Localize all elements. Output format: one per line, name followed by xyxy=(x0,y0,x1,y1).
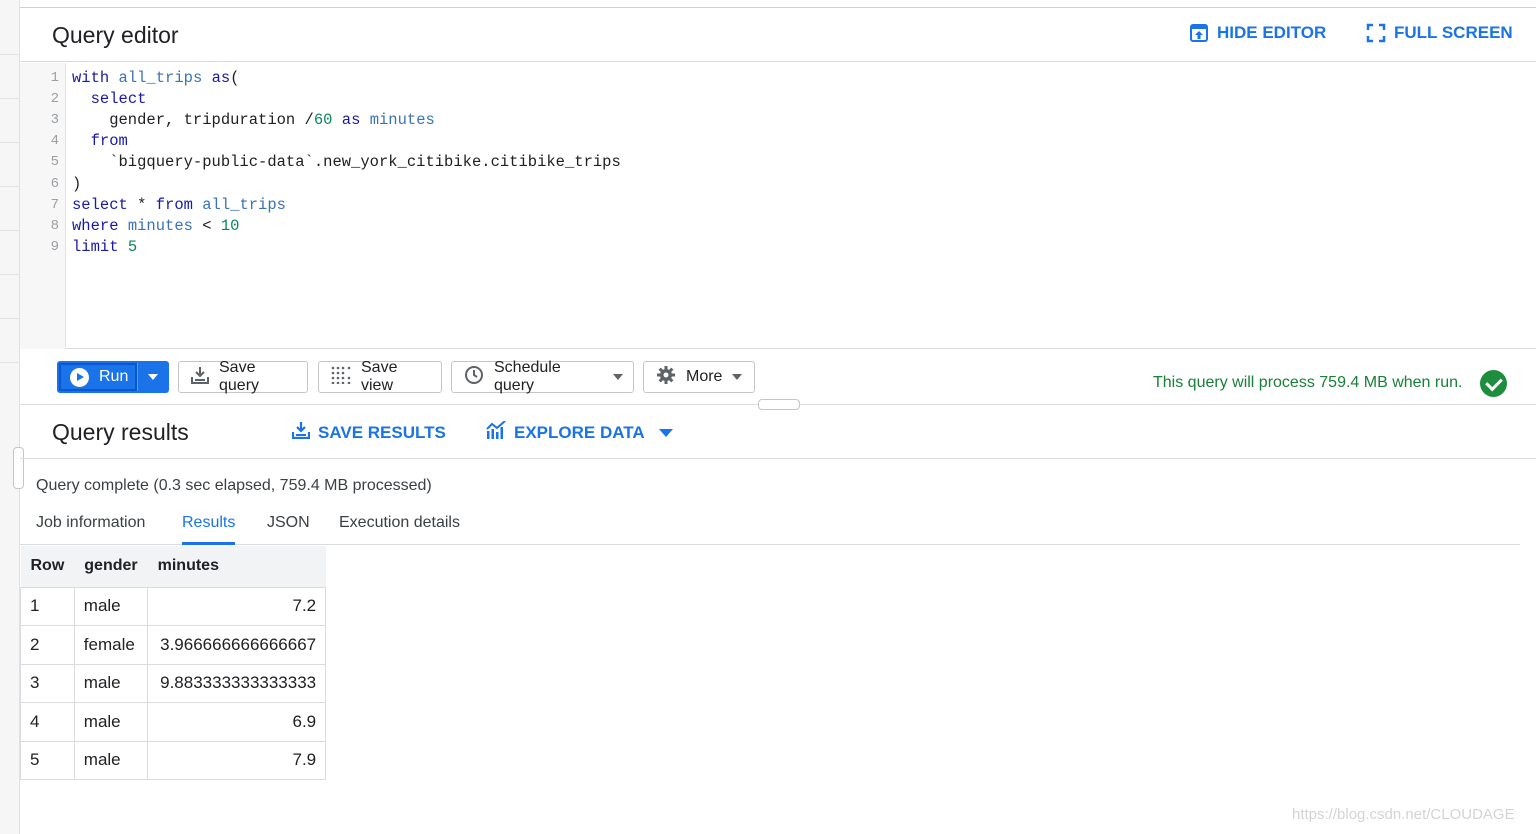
query-validation-message: This query will process 759.4 MB when ru… xyxy=(1153,374,1463,391)
save-results-button[interactable]: SAVE RESULTS xyxy=(291,421,446,444)
more-button[interactable]: More xyxy=(643,361,755,393)
left-panel-strip xyxy=(0,0,20,834)
code-line[interactable]: select xyxy=(72,90,147,108)
chevron-down-icon xyxy=(147,374,158,380)
explore-data-label: EXPLORE DATA xyxy=(514,422,645,442)
hide-editor-button[interactable]: HIDE EDITOR xyxy=(1189,23,1326,43)
full-screen-icon xyxy=(1366,23,1386,43)
minutes-cell: 3.966666666666667 xyxy=(147,625,327,665)
save-view-label: Save view xyxy=(361,359,398,394)
chevron-down-icon xyxy=(658,428,673,437)
gender-cell: male xyxy=(74,702,149,742)
schedule-query-label: Schedule query xyxy=(494,359,561,394)
editor-header: Query editor HIDE EDITOR FULL SCREEN xyxy=(20,8,1536,62)
minutes-cell: 9.883333333333333 xyxy=(147,664,327,703)
full-screen-label: FULL SCREEN xyxy=(1394,23,1513,42)
hide-editor-icon xyxy=(1189,23,1209,43)
hide-editor-label: HIDE EDITOR xyxy=(1217,23,1327,42)
row-number-cell: 4 xyxy=(20,702,75,742)
watermark: https://blog.csdn.net/CLOUDAGE xyxy=(1292,806,1515,823)
table-row: 3 male 9.883333333333333 xyxy=(20,664,327,703)
line-number: 2 xyxy=(50,91,59,107)
row-number-cell: 3 xyxy=(20,664,75,703)
save-icon xyxy=(191,366,209,389)
minutes-cell: 6.9 xyxy=(147,702,327,742)
code-line[interactable]: select * from all_trips xyxy=(72,196,286,214)
line-number: 8 xyxy=(50,218,59,234)
column-header-minutes: minutes xyxy=(147,546,326,588)
save-view-button[interactable]: Save view xyxy=(318,359,442,394)
line-number: 6 xyxy=(50,176,59,192)
save-results-label: SAVE RESULTS xyxy=(318,422,446,442)
table-row: 4 male 6.9 xyxy=(20,702,327,742)
gender-cell: male xyxy=(74,587,149,626)
schedule-query-button[interactable]: Schedule query xyxy=(451,359,634,394)
grid-icon xyxy=(331,366,351,389)
run-label: Run xyxy=(99,368,129,385)
line-number: 7 xyxy=(50,197,59,213)
tab-json[interactable]: JSON xyxy=(267,514,310,545)
query-toolbar: Run Save query Save view Schedule query … xyxy=(20,350,1536,405)
gender-cell: female xyxy=(74,625,149,665)
line-number: 3 xyxy=(50,112,59,128)
check-circle-icon xyxy=(1480,370,1507,397)
line-number: 4 xyxy=(50,133,59,149)
chevron-down-icon xyxy=(732,374,743,380)
gender-cell: male xyxy=(74,741,149,780)
code-line[interactable]: with all_trips as( xyxy=(72,69,239,87)
code-line[interactable]: `bigquery-public-data`.new_york_citibike… xyxy=(72,153,621,171)
play-icon xyxy=(70,367,89,387)
query-status-text: Query complete (0.3 sec elapsed, 759.4 M… xyxy=(36,477,432,494)
line-number: 9 xyxy=(50,239,59,255)
explore-data-button[interactable]: EXPLORE DATA xyxy=(486,420,673,444)
table-row: 2 female 3.966666666666667 xyxy=(20,625,327,665)
chart-icon xyxy=(486,420,506,444)
code-line[interactable]: limit 5 xyxy=(72,238,137,256)
table-row: 5 male 7.9 xyxy=(20,741,327,780)
results-tabs: Job information Results JSON Execution d… xyxy=(20,508,1520,545)
more-label: More xyxy=(686,368,723,385)
full-screen-button[interactable]: FULL SCREEN xyxy=(1366,23,1513,43)
table-header-row: Row gender minutes xyxy=(20,546,326,588)
run-options-dropdown[interactable] xyxy=(137,363,167,391)
code-line[interactable]: ) xyxy=(72,175,81,193)
table-row: 1 male 7.2 xyxy=(20,587,327,626)
run-button-group: Run xyxy=(57,361,169,393)
gear-icon xyxy=(656,365,676,390)
column-header-gender: gender xyxy=(74,546,148,588)
line-number: 5 xyxy=(50,154,59,170)
results-header: Query results SAVE RESULTS EXPLORE DATA xyxy=(20,405,1536,459)
chevron-down-icon xyxy=(613,374,623,380)
tab-execution-details[interactable]: Execution details xyxy=(339,514,460,545)
row-number-cell: 2 xyxy=(20,625,75,665)
tab-job-information[interactable]: Job information xyxy=(36,514,145,545)
line-number: 1 xyxy=(50,70,59,86)
code-line[interactable]: where minutes < 10 xyxy=(72,217,239,235)
editor-title: Query editor xyxy=(52,22,179,48)
download-icon xyxy=(291,421,311,444)
minutes-cell: 7.2 xyxy=(147,587,327,626)
row-number-cell: 5 xyxy=(20,741,75,780)
code-line[interactable]: from xyxy=(72,132,128,150)
save-query-button[interactable]: Save query xyxy=(178,359,308,394)
minutes-cell: 7.9 xyxy=(147,741,327,780)
row-number-cell: 1 xyxy=(20,587,75,626)
sql-code-editor[interactable]: 1 2 3 4 5 6 7 8 9 with all_trips as( sel… xyxy=(20,63,1536,349)
tab-results[interactable]: Results xyxy=(182,514,236,545)
run-button[interactable]: Run xyxy=(59,363,137,391)
gender-cell: male xyxy=(74,664,149,703)
results-title: Query results xyxy=(52,419,189,445)
save-query-label: Save query xyxy=(219,359,260,394)
code-line[interactable]: gender, tripduration /60 as minutes xyxy=(72,111,435,129)
column-header-row: Row xyxy=(20,546,75,588)
line-number-gutter: 1 2 3 4 5 6 7 8 9 xyxy=(20,63,66,349)
results-table: Row gender minutes 1 male 7.2 2 female 3… xyxy=(20,546,327,780)
clock-icon xyxy=(464,365,484,390)
